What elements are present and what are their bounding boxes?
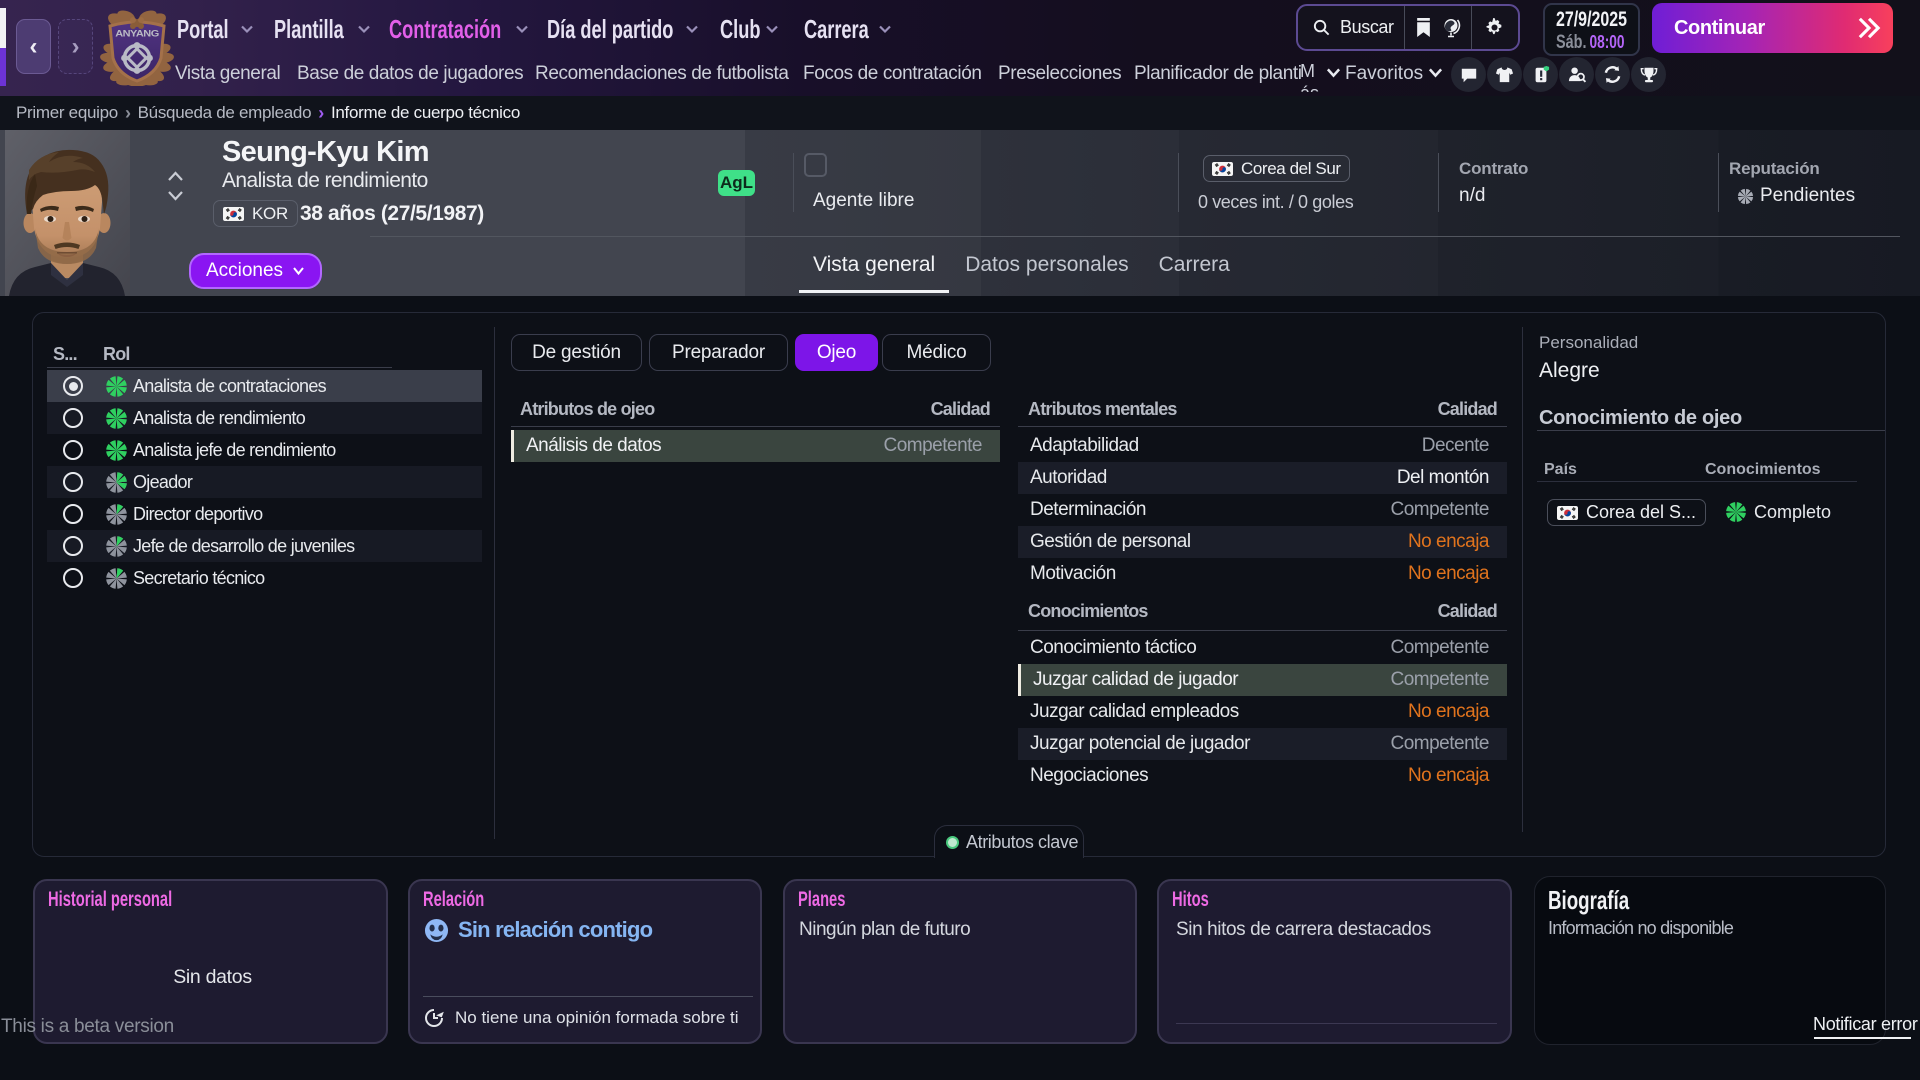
svg-text:ANYANG: ANYANG <box>115 29 159 39</box>
